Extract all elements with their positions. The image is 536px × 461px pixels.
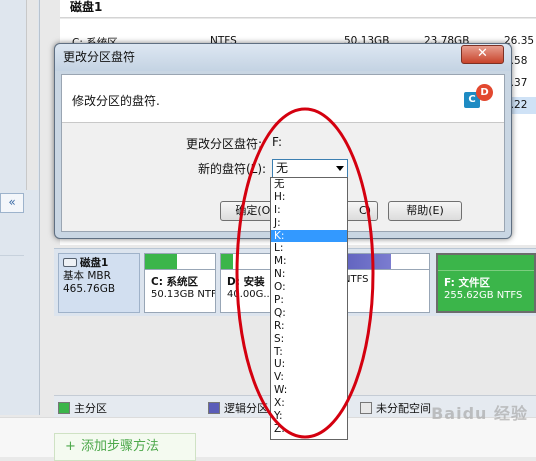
dropdown-option[interactable]: M: bbox=[271, 255, 347, 268]
usage-bar bbox=[145, 254, 215, 270]
disk-header: 磁盘1 bbox=[60, 0, 536, 18]
plus-icon: + bbox=[65, 439, 76, 454]
current-letter-label: 更改分区盘符: bbox=[186, 137, 263, 151]
dropdown-option[interactable]: O: bbox=[271, 281, 347, 294]
select-value: 无 bbox=[276, 161, 289, 175]
dropdown-option[interactable]: Z: bbox=[271, 423, 347, 436]
dropdown-option[interactable]: S: bbox=[271, 333, 347, 346]
disk-info[interactable]: 磁盘1 基本 MBR 465.76GB bbox=[58, 253, 140, 313]
dropdown-option[interactable]: Q: bbox=[271, 307, 347, 320]
dropdown-option[interactable]: W: bbox=[271, 384, 347, 397]
dropdown-option[interactable]: N: bbox=[271, 268, 347, 281]
legend-label: 未分配空间 bbox=[376, 402, 431, 415]
chevron-down-icon bbox=[336, 166, 344, 171]
legend-unallocated: 未分配空间 bbox=[360, 400, 431, 416]
usage-bar bbox=[438, 255, 534, 271]
new-letter-select[interactable]: 无 bbox=[272, 159, 348, 178]
dropdown-option[interactable]: U: bbox=[271, 358, 347, 371]
dropdown-option[interactable]: K: bbox=[271, 229, 347, 243]
collapse-icon[interactable]: « bbox=[0, 193, 24, 213]
partition-size: 50.13GB NTFS bbox=[151, 289, 216, 300]
partition-block-c[interactable]: C: 系统区 50.13GB NTFS bbox=[144, 253, 216, 313]
partition-block-f[interactable]: F: 文件区 255.62GB NTFS bbox=[436, 253, 536, 313]
dropdown-option[interactable]: V: bbox=[271, 371, 347, 384]
drive-letter-icon: C D bbox=[464, 84, 494, 112]
dropdown-option[interactable]: P: bbox=[271, 294, 347, 307]
left-panel: « bbox=[0, 0, 40, 415]
dialog-header: 修改分区的盘符. C D bbox=[62, 75, 504, 123]
legend-label: 逻辑分区 bbox=[224, 402, 268, 415]
disk-icon bbox=[63, 258, 77, 267]
disk-type: 基本 MBR bbox=[63, 270, 111, 282]
watermark-logo: Baidu 经验 bbox=[431, 404, 528, 423]
legend-logical: 逻辑分区 bbox=[208, 400, 268, 416]
dropdown-option[interactable]: 无 bbox=[271, 178, 347, 191]
dropdown-option[interactable]: I: bbox=[271, 204, 347, 217]
unallocated-swatch bbox=[360, 402, 372, 414]
left-scrollbar[interactable] bbox=[26, 0, 38, 190]
divider bbox=[0, 255, 24, 256]
dropdown-option[interactable]: R: bbox=[271, 320, 347, 333]
dropdown-option[interactable]: H: bbox=[271, 191, 347, 204]
dropdown-option[interactable]: Y: bbox=[271, 410, 347, 423]
drive-letter-dropdown[interactable]: 无 H: I: J: K: L: M: N: O: P: Q: R: S: T: U: V: W: X: Y: Z: bbox=[270, 177, 348, 440]
close-button[interactable]: ✕ bbox=[461, 45, 504, 64]
dropdown-option[interactable]: L: bbox=[271, 242, 347, 255]
help-button[interactable]: 帮助(E) bbox=[388, 201, 462, 221]
dialog-message: 修改分区的盘符. bbox=[72, 94, 160, 108]
disk-size: 465.76GB bbox=[63, 283, 116, 295]
partition-size: 255.62GB NTFS bbox=[444, 290, 523, 301]
partition-label: C: 系统区 bbox=[151, 276, 199, 288]
logical-swatch bbox=[208, 402, 220, 414]
new-letter-label: 新的盘符(L): bbox=[198, 162, 267, 176]
dialog-title: 更改分区盘符 bbox=[55, 44, 511, 71]
dropdown-option[interactable]: J: bbox=[271, 217, 347, 230]
add-step-label: 添加步骤方法 bbox=[81, 439, 160, 454]
close-icon: ✕ bbox=[477, 46, 488, 61]
drive-d-icon: D bbox=[476, 84, 493, 101]
current-letter-value: F: bbox=[272, 135, 283, 149]
dropdown-option[interactable]: T: bbox=[271, 346, 347, 359]
primary-swatch bbox=[58, 402, 70, 414]
dropdown-option[interactable]: X: bbox=[271, 397, 347, 410]
legend-primary: 主分区 bbox=[58, 400, 107, 416]
partition-label: F: 文件区 bbox=[444, 277, 490, 289]
legend-label: 主分区 bbox=[74, 402, 107, 415]
disk-name: 磁盘1 bbox=[80, 257, 109, 269]
cancel-button[interactable]: C) bbox=[344, 201, 378, 221]
